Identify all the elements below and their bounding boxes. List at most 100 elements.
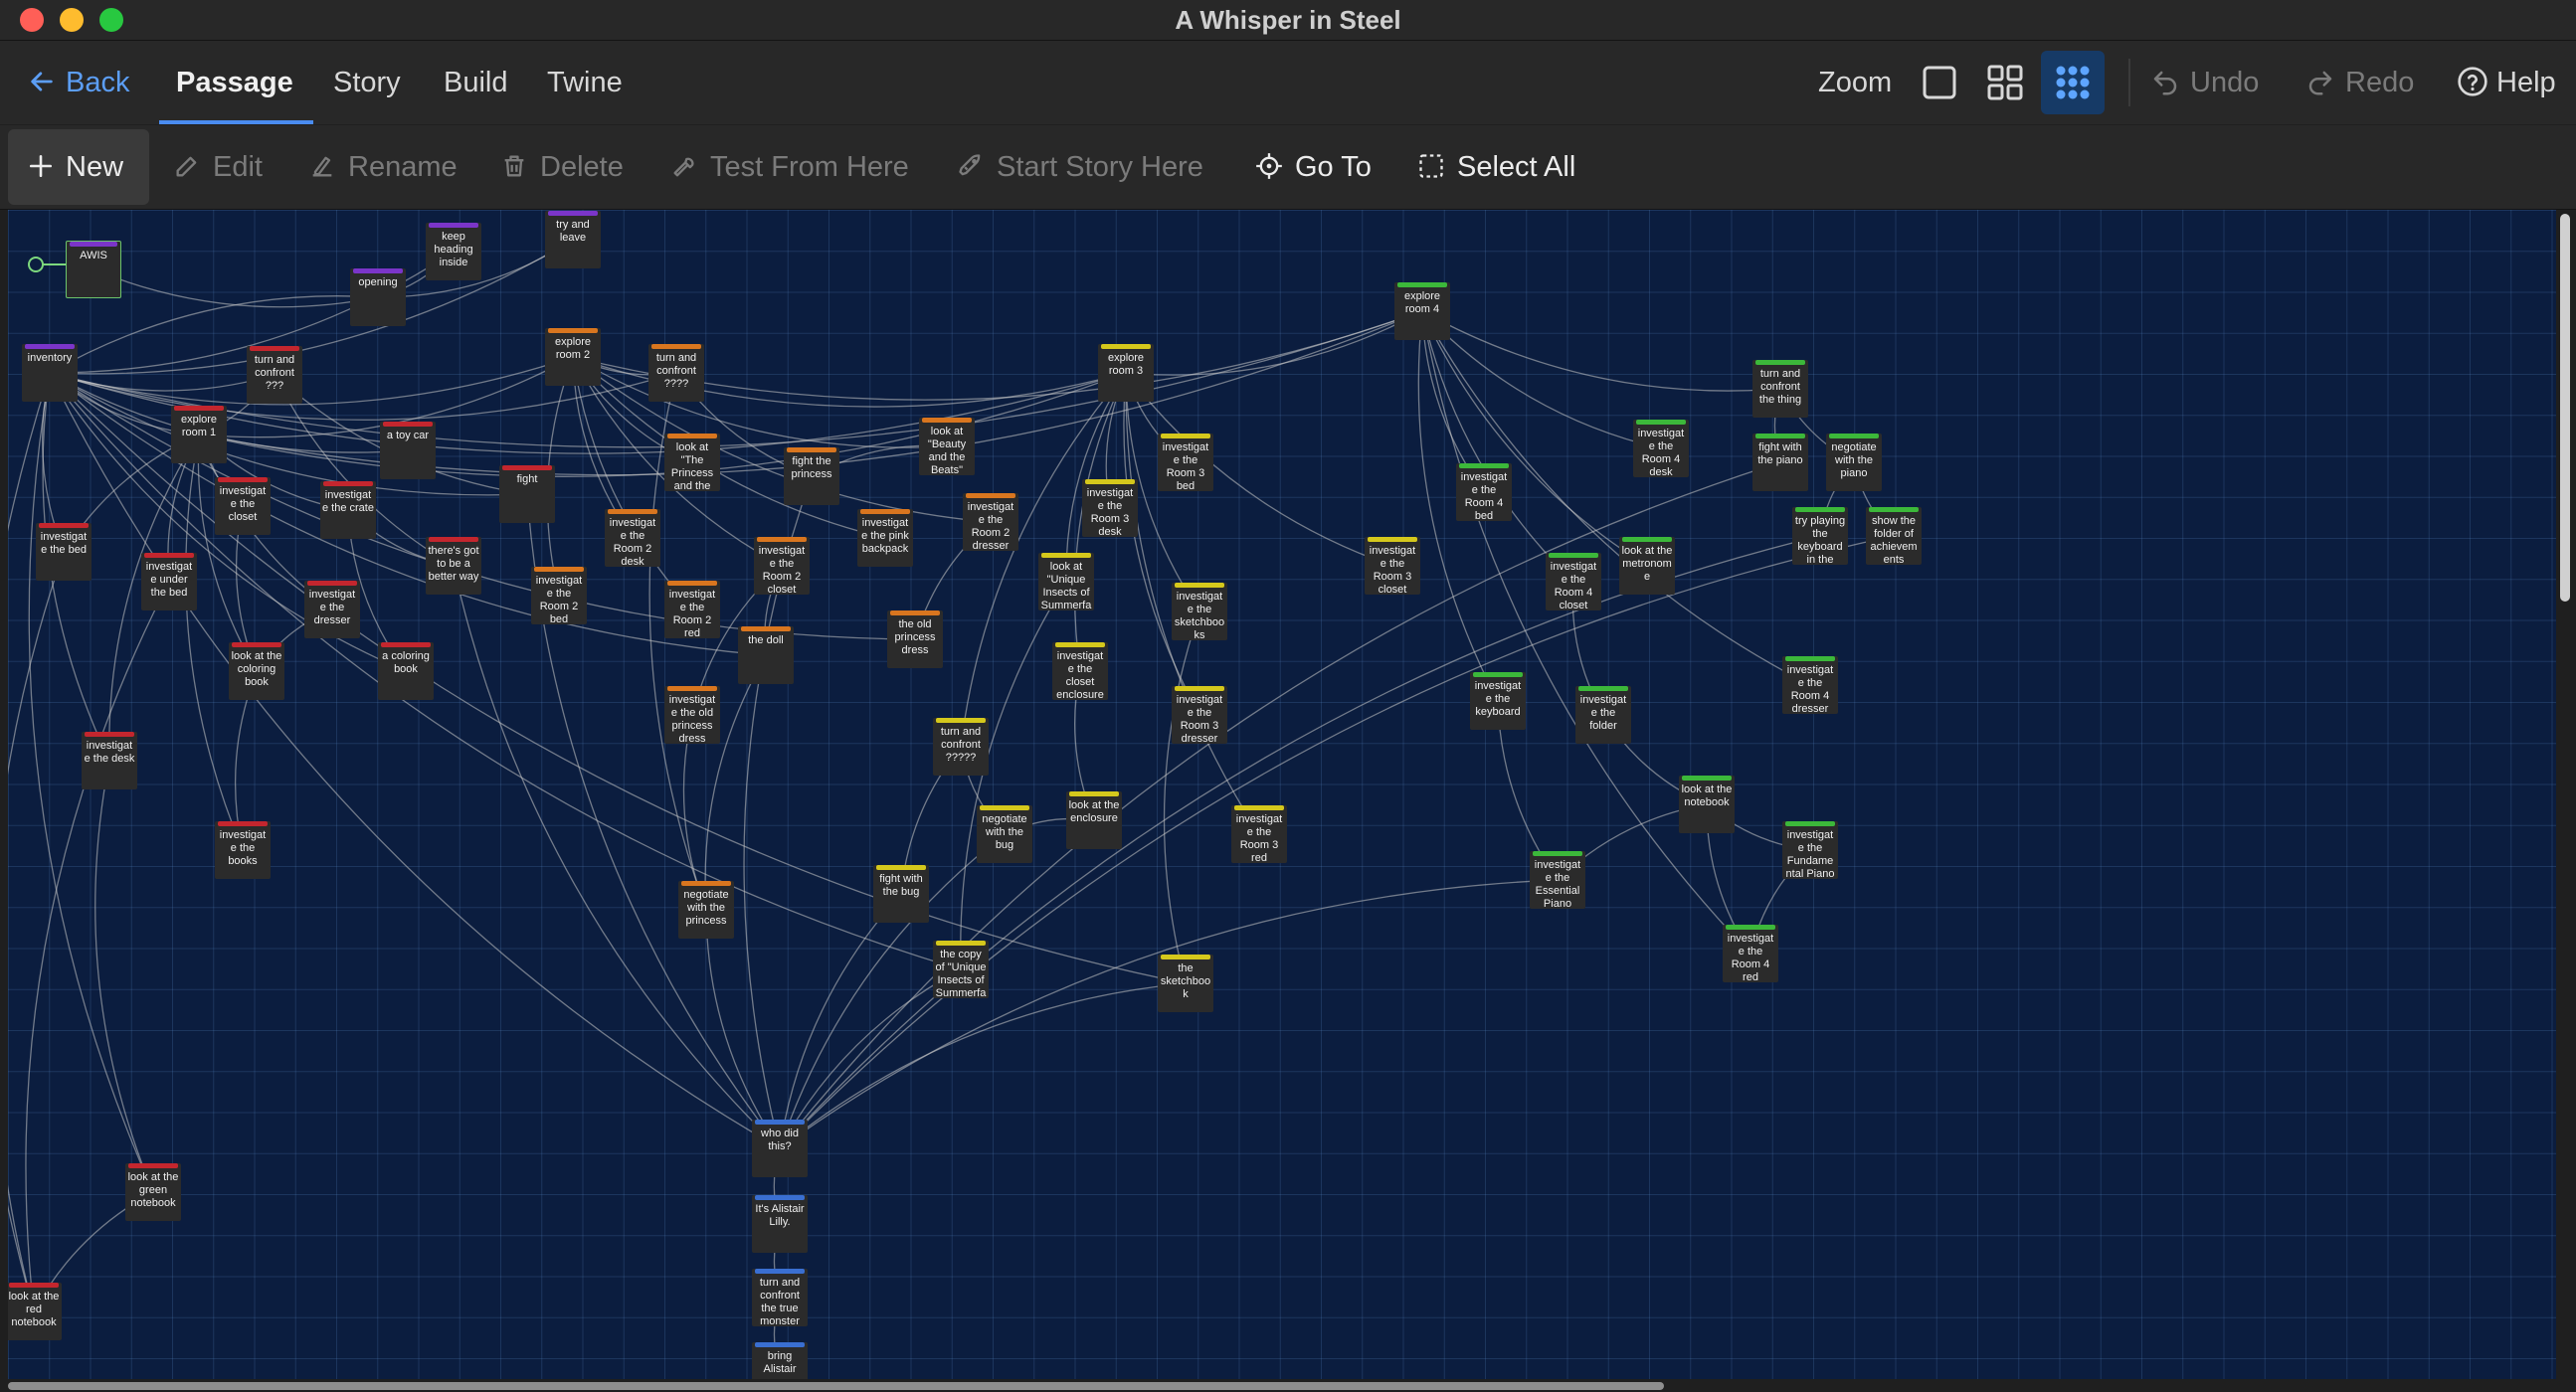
zoom-60-button[interactable]: [1985, 63, 2025, 102]
tab-build[interactable]: Build: [444, 41, 508, 124]
passage-card[interactable]: negotiate with the piano: [1826, 434, 1882, 491]
passage-card[interactable]: show the folder of achievements: [1866, 507, 1922, 565]
passage-card[interactable]: investigate the Room 3 closet: [1365, 537, 1420, 595]
passage-card[interactable]: investigate the Essential Piano: [1530, 851, 1585, 909]
passage-card[interactable]: investigate the crate: [320, 481, 376, 539]
rename-button[interactable]: Rename: [308, 125, 458, 209]
passage-card[interactable]: a toy car: [380, 422, 436, 479]
passage-card[interactable]: the sketchbook: [1158, 955, 1213, 1012]
passage-card[interactable]: explore room 3: [1098, 344, 1154, 402]
passage-card[interactable]: investigate the sketchbooks: [1172, 583, 1227, 640]
edit-button[interactable]: Edit: [173, 125, 263, 209]
toolbar-divider: [2128, 59, 2130, 106]
passage-card[interactable]: try playing the keyboard in the: [1792, 507, 1848, 565]
passage-card[interactable]: investigate the keyboard: [1470, 672, 1526, 730]
passage-card[interactable]: investigate the closet: [215, 477, 271, 535]
tab-passage[interactable]: Passage: [176, 41, 293, 124]
passage-card[interactable]: investigate the Room 2 bed: [531, 567, 587, 624]
go-to-button[interactable]: Go To: [1255, 125, 1372, 209]
passage-card[interactable]: investigate the Room 4 red: [1723, 925, 1778, 982]
passage-card[interactable]: investigate the dresser: [304, 581, 360, 638]
passage-card[interactable]: the old princess dress: [887, 610, 943, 668]
passage-card[interactable]: turn and confront the true monster: [752, 1269, 808, 1326]
passage-card[interactable]: turn and confront the thing: [1752, 360, 1808, 418]
passage-card[interactable]: negotiate with the bug: [977, 805, 1032, 863]
passage-card[interactable]: fight: [499, 465, 555, 523]
passage-card[interactable]: investigate the bed: [36, 523, 92, 581]
passage-name: investigate the Room 2 closet: [758, 545, 806, 595]
passage-card[interactable]: investigate the Room 3 desk: [1082, 479, 1138, 537]
passage-card[interactable]: investigate the Room 3 bed: [1158, 434, 1213, 491]
passage-card[interactable]: It's Alistair Lilly.: [752, 1195, 808, 1253]
passage-card[interactable]: investigate the Room 4 closet: [1546, 553, 1601, 610]
passage-card[interactable]: look at "Unique Insects of Summerfall": [1038, 553, 1094, 610]
zoom-100-button[interactable]: [1920, 63, 1959, 102]
passage-card[interactable]: investigate the Room 2 desk: [605, 509, 660, 567]
passage-card[interactable]: investigate under the bed: [141, 553, 197, 610]
passage-card[interactable]: fight the princess: [784, 447, 839, 505]
passage-card[interactable]: investigate the Room 2 red: [664, 581, 720, 638]
passage-card[interactable]: look at "Beauty and the Beats": [919, 418, 975, 475]
passage-card[interactable]: look at the metronome: [1619, 537, 1675, 595]
passage-card[interactable]: bring Alistair: [752, 1342, 808, 1379]
horizontal-scrollbar[interactable]: [8, 1382, 1664, 1390]
passage-card[interactable]: explore room 4: [1394, 282, 1450, 340]
passage-card[interactable]: investigate the closet enclosure: [1052, 642, 1108, 700]
passage-card[interactable]: investigate the Room 2 dresser: [963, 493, 1018, 551]
passage-card[interactable]: AWIS: [66, 241, 121, 298]
redo-button[interactable]: Redo: [2305, 41, 2414, 124]
help-button[interactable]: Help: [2457, 41, 2556, 124]
passage-card[interactable]: investigate the Room 3 dresser: [1172, 686, 1227, 744]
passage-card[interactable]: investigate the Fundamental Piano: [1782, 821, 1838, 879]
back-button[interactable]: Back: [28, 41, 129, 124]
vertical-scrollbar[interactable]: [2560, 214, 2570, 602]
tab-story[interactable]: Story: [333, 41, 401, 124]
passage-card[interactable]: investigate the Room 4 desk: [1633, 420, 1689, 477]
passage-card[interactable]: explore room 2: [545, 328, 601, 386]
passage-card[interactable]: turn and confront ?????: [933, 718, 989, 776]
passage-card[interactable]: look at the red notebook: [8, 1283, 62, 1340]
passage-card[interactable]: fight with the piano: [1752, 434, 1808, 491]
new-passage-button[interactable]: New: [28, 125, 123, 209]
passage-card[interactable]: explore room 1: [171, 406, 227, 463]
passage-card[interactable]: a coloring book: [378, 642, 434, 700]
passage-name: fight the princess: [791, 455, 832, 480]
passage-card[interactable]: investigate the old princess dress: [664, 686, 720, 744]
passage-card[interactable]: look at the notebook: [1679, 776, 1735, 833]
passage-card[interactable]: investigate the Room 4 dresser: [1782, 656, 1838, 714]
tab-twine[interactable]: Twine: [547, 41, 623, 124]
select-all-button[interactable]: Select All: [1417, 125, 1575, 209]
zoom-30-button[interactable]: [2041, 51, 2105, 114]
passage-card[interactable]: turn and confront ???: [247, 346, 302, 404]
undo-button[interactable]: Undo: [2150, 41, 2259, 124]
passage-card[interactable]: investigate the pink backpack: [857, 509, 913, 567]
passage-card[interactable]: fight with the bug: [873, 865, 929, 923]
story-map-canvas[interactable]: AWIS keep heading inside try and leave open…: [8, 210, 2556, 1379]
passage-card[interactable]: look at the coloring book: [229, 642, 284, 700]
passage-name: negotiate with the piano: [1831, 441, 1877, 479]
passage-card[interactable]: the doll: [738, 626, 794, 684]
passage-card[interactable]: turn and confront ????: [648, 344, 704, 402]
start-story-here-button[interactable]: Start Story Here: [957, 125, 1203, 209]
passage-card[interactable]: look at "The Princess and the Pea": [664, 434, 720, 491]
passage-name: investigate the Room 4 bed: [1460, 471, 1508, 521]
passage-card[interactable]: investigate the folder: [1575, 686, 1631, 744]
passage-card[interactable]: keep heading inside: [426, 223, 481, 280]
delete-button[interactable]: Delete: [500, 125, 624, 209]
passage-card[interactable]: who did this?: [752, 1120, 808, 1177]
passage-card[interactable]: look at the green notebook: [125, 1163, 181, 1221]
passage-card[interactable]: investigate the Room 2 closet: [754, 537, 810, 595]
select-all-label: Select All: [1457, 151, 1576, 183]
passage-card[interactable]: inventory: [22, 344, 78, 402]
passage-card[interactable]: investigate the Room 4 bed: [1456, 463, 1512, 521]
passage-card[interactable]: there's got to be a better way: [426, 537, 481, 595]
passage-card[interactable]: look at the enclosure: [1066, 791, 1122, 849]
test-from-here-button[interactable]: Test From Here: [670, 125, 909, 209]
passage-card[interactable]: negotiate with the princess: [678, 881, 734, 939]
passage-card[interactable]: investigate the books: [215, 821, 271, 879]
passage-card[interactable]: investigate the Room 3 red: [1231, 805, 1287, 863]
passage-card[interactable]: opening: [350, 268, 406, 326]
passage-card[interactable]: try and leave: [545, 211, 601, 268]
passage-card[interactable]: investigate the desk: [82, 732, 137, 789]
passage-card[interactable]: the copy of "Unique Insects of Summerfal…: [933, 941, 989, 998]
